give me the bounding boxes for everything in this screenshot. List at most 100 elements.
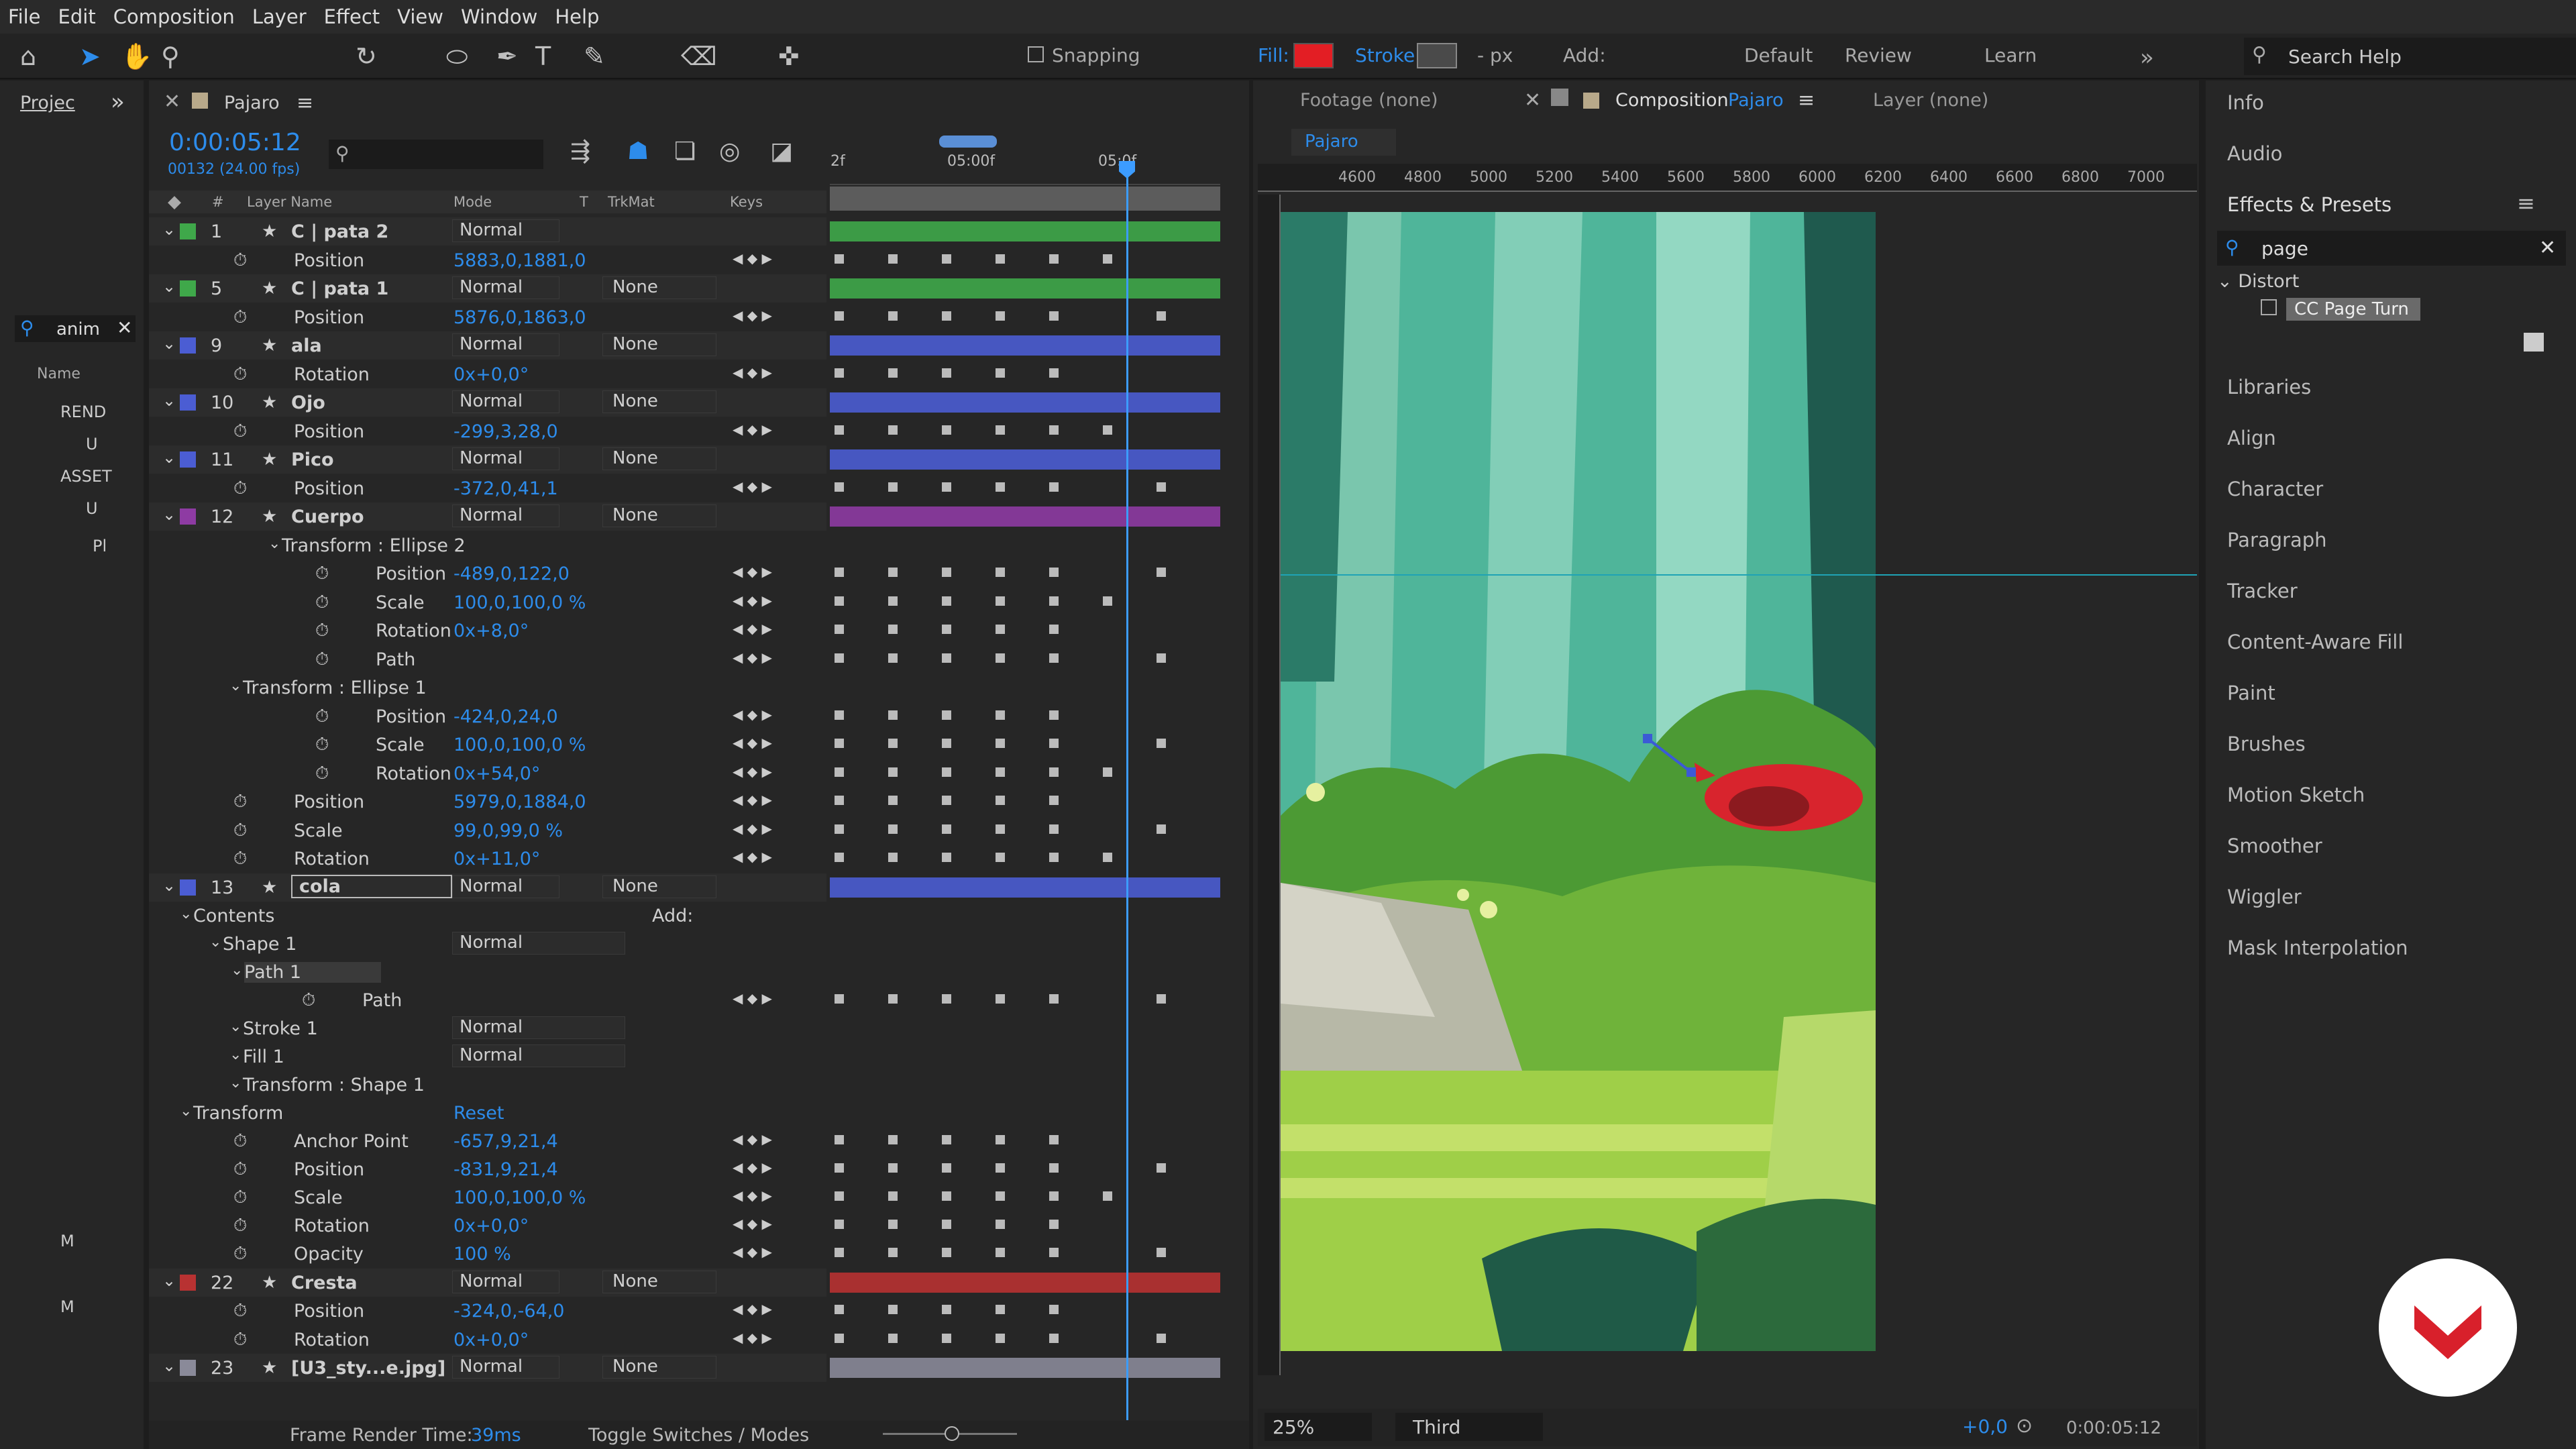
keyframe[interactable]	[888, 1219, 898, 1229]
menu-icon[interactable]: ≡	[1798, 89, 1815, 112]
keyframe[interactable]	[1049, 1305, 1059, 1314]
keyframe[interactable]	[996, 653, 1005, 663]
chevron-icon[interactable]: ⌄	[229, 1075, 241, 1091]
keyframe[interactable]	[1103, 1191, 1112, 1201]
keyframe[interactable]	[1157, 739, 1166, 748]
add-button[interactable]: Add:	[652, 906, 693, 926]
keyframe[interactable]	[888, 710, 898, 720]
comp-breadcrumb[interactable]: Pajaro	[1291, 129, 1396, 156]
keyframe[interactable]	[1049, 767, 1059, 777]
chevron-icon[interactable]: ⌄	[180, 906, 192, 922]
mode-dropdown[interactable]: Normal	[452, 1356, 559, 1379]
trkmat-dropdown[interactable]: None	[602, 333, 716, 356]
group-name[interactable]: Transform : Ellipse 2	[282, 535, 466, 556]
keyframe[interactable]	[835, 710, 844, 720]
keyframe[interactable]	[1157, 1163, 1166, 1173]
keyframe[interactable]	[1049, 1191, 1059, 1201]
keyframe[interactable]	[996, 710, 1005, 720]
eraser-tool-icon[interactable]: ⌫	[681, 42, 717, 71]
keyframe[interactable]	[1049, 824, 1059, 834]
chevron-down-icon[interactable]: ⌄	[162, 505, 176, 524]
chevron-right-icon[interactable]: »	[2140, 44, 2154, 71]
chevron-icon[interactable]: ⌄	[229, 678, 241, 694]
pin-tool-icon[interactable]: ✜	[778, 42, 800, 71]
label-color[interactable]	[180, 451, 196, 468]
keyframe[interactable]	[888, 1333, 898, 1343]
keyframe[interactable]	[996, 1219, 1005, 1229]
group-name[interactable]: Transform : Ellipse 1	[243, 678, 427, 698]
keyframe[interactable]	[942, 568, 951, 577]
keyframe-nav[interactable]: ◀ ◆ ▶	[733, 478, 772, 494]
stopwatch-icon[interactable]: ⏱	[315, 649, 329, 670]
property-value[interactable]: -831,9,21,4	[453, 1159, 558, 1180]
panel-motion-sketch[interactable]: Motion Sketch	[2227, 784, 2365, 806]
keyframe[interactable]	[996, 1248, 1005, 1257]
keyframe[interactable]	[835, 625, 844, 634]
trkmat-dropdown[interactable]: None	[602, 504, 716, 527]
chevron-icon[interactable]: ⌄	[229, 1046, 241, 1063]
fill-swatch[interactable]	[1293, 43, 1334, 68]
layer-name[interactable]: cola	[291, 874, 452, 898]
keyframe[interactable]	[888, 767, 898, 777]
layer-name[interactable]: C | pata 2	[291, 221, 388, 242]
keyframe[interactable]	[835, 1134, 844, 1144]
stopwatch-icon[interactable]: ⏱	[315, 592, 329, 613]
keyframe[interactable]	[888, 311, 898, 321]
keyframe[interactable]	[1103, 596, 1112, 606]
group-name[interactable]: Transform : Shape 1	[243, 1075, 425, 1095]
project-search-input[interactable]: ⚲ anim ✕	[15, 315, 136, 342]
playhead[interactable]	[1126, 162, 1128, 1420]
chevron-icon[interactable]: ⌄	[229, 1018, 241, 1035]
work-area-bar[interactable]	[939, 136, 997, 148]
keyframe[interactable]	[888, 1134, 898, 1144]
property-value[interactable]: 100,0,100,0 %	[453, 592, 586, 613]
project-item[interactable]: U	[86, 499, 98, 518]
keyframe[interactable]	[996, 368, 1005, 378]
keyframe[interactable]	[1157, 482, 1166, 492]
close-icon[interactable]: ✕	[1524, 89, 1541, 112]
keyframe[interactable]	[1157, 1333, 1166, 1343]
keyframe[interactable]	[996, 994, 1005, 1004]
camera-icon[interactable]: ⊙	[2016, 1414, 2033, 1438]
pen-tool-icon[interactable]: ✒	[496, 42, 518, 71]
panel-paint[interactable]: Paint	[2227, 682, 2275, 704]
keyframe-nav[interactable]: ◀ ◆ ▶	[733, 1330, 772, 1346]
property-value[interactable]: -299,3,28,0	[453, 421, 558, 442]
keyframe[interactable]	[996, 1305, 1005, 1314]
keyframe[interactable]	[942, 425, 951, 435]
property-value[interactable]: -489,0,122,0	[453, 564, 570, 584]
keyframe[interactable]	[888, 482, 898, 492]
distort-category[interactable]: ⌄ Distort	[2217, 271, 2299, 292]
stopwatch-icon[interactable]: ⏱	[233, 364, 247, 385]
keyframe-nav[interactable]: ◀ ◆ ▶	[733, 1187, 772, 1203]
label-color[interactable]	[180, 223, 196, 239]
keyframe[interactable]	[996, 625, 1005, 634]
exposure-value[interactable]: +0,0	[1962, 1415, 2008, 1438]
keyframe[interactable]	[942, 710, 951, 720]
ellipse-tool-icon[interactable]: ⬭	[446, 42, 468, 72]
keyframe[interactable]	[1103, 853, 1112, 862]
label-color[interactable]	[180, 280, 196, 297]
keyframe[interactable]	[835, 568, 844, 577]
mode-dropdown[interactable]: Normal	[452, 504, 559, 527]
group-name[interactable]: Shape 1	[223, 934, 297, 955]
keyframe-nav[interactable]: ◀ ◆ ▶	[733, 307, 772, 323]
keyframe[interactable]	[942, 653, 951, 663]
layer-bar[interactable]	[830, 1272, 1220, 1293]
keyframe[interactable]	[996, 1134, 1005, 1144]
stopwatch-icon[interactable]: ⏱	[315, 621, 329, 641]
shy-icon[interactable]: ☗	[627, 138, 649, 165]
keyframe[interactable]	[996, 739, 1005, 748]
stroke-swatch[interactable]	[1417, 43, 1457, 68]
keyframe[interactable]	[1157, 824, 1166, 834]
trkmat-dropdown[interactable]: None	[602, 276, 716, 299]
keyframe[interactable]	[835, 482, 844, 492]
stopwatch-icon[interactable]: ⏱	[233, 1244, 247, 1265]
keyframe-nav[interactable]: ◀ ◆ ▶	[733, 421, 772, 437]
keyframe[interactable]	[888, 739, 898, 748]
close-icon[interactable]: ✕	[164, 90, 180, 113]
keyframe[interactable]	[888, 1191, 898, 1201]
new-folder-icon[interactable]	[2524, 333, 2544, 352]
label-color[interactable]	[180, 879, 196, 896]
workspace-learn[interactable]: Learn	[1984, 44, 2037, 66]
